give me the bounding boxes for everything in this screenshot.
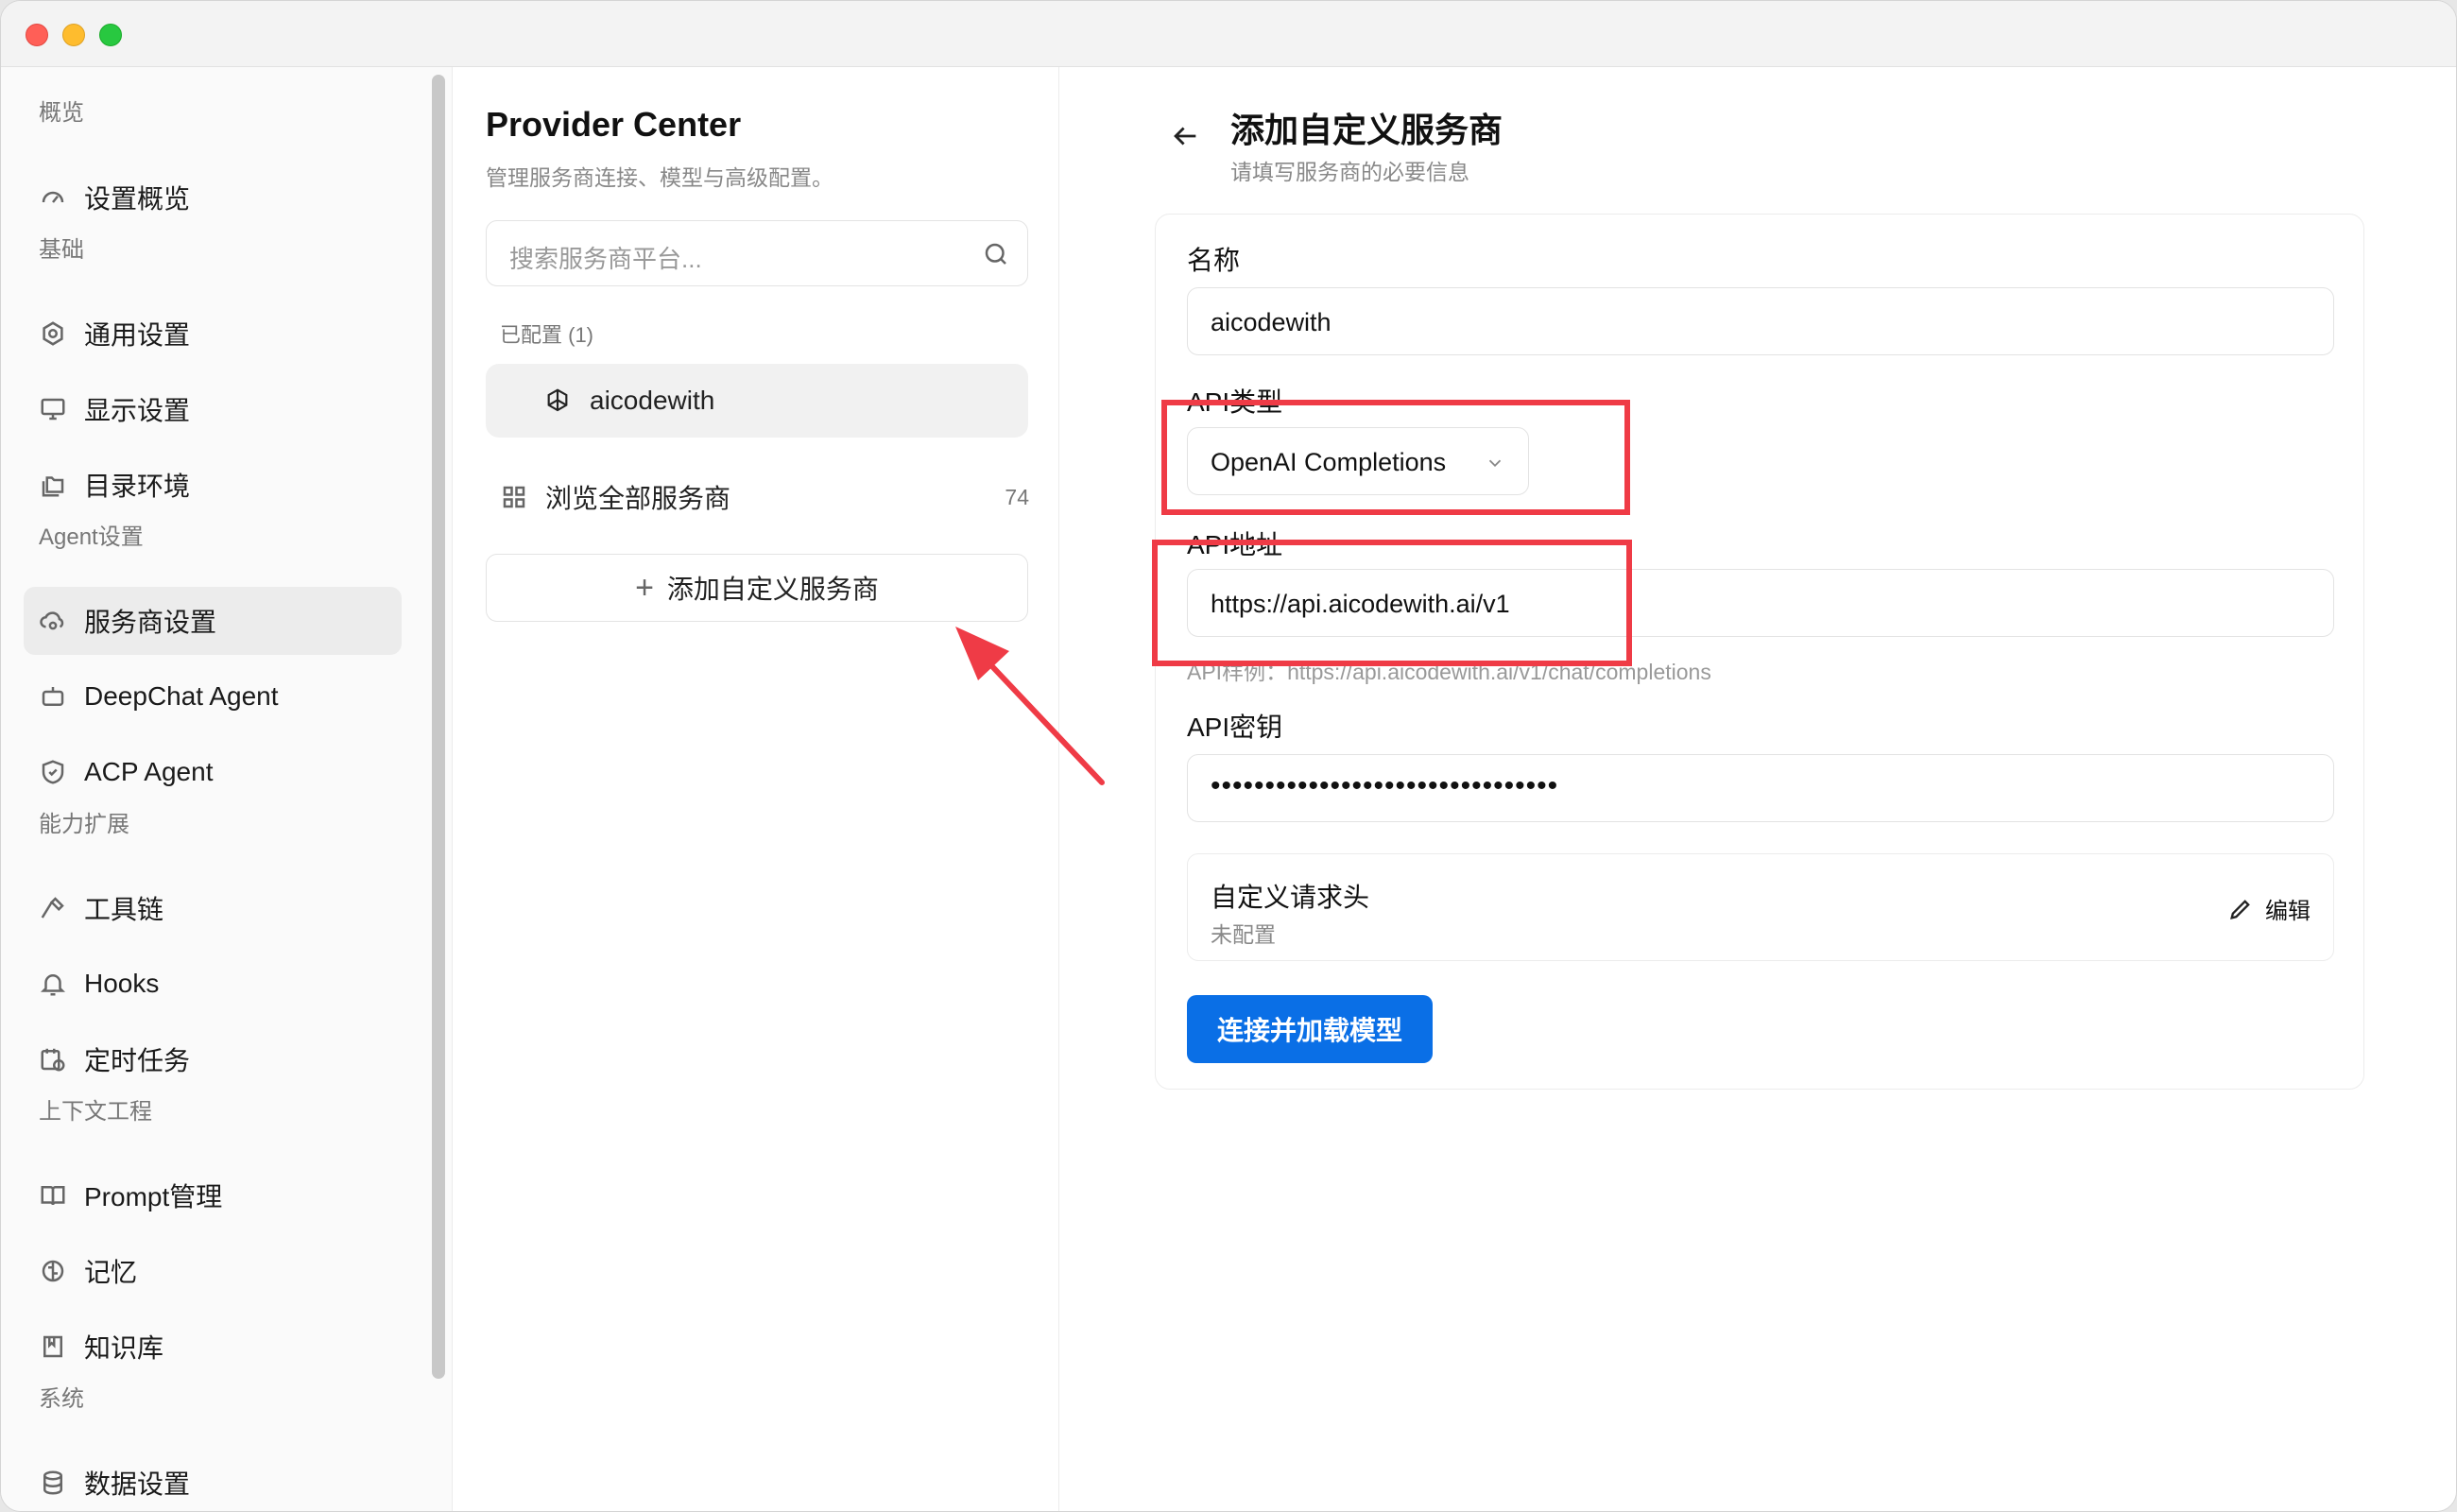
custom-headers-status: 未配置 (1211, 922, 1276, 947)
sidebar-item-label: 工具链 (84, 895, 164, 924)
sidebar-item-label: 通用设置 (84, 320, 191, 350)
annotation-box-api-url (1152, 540, 1632, 666)
add-provider-form-panel: 添加自定义服务商 请填写服务商的必要信息 名称 aicodewith API类型… (1060, 67, 2456, 1511)
section-basic: 基础 (39, 237, 84, 263)
sidebar-item-general[interactable]: 通用设置 (24, 300, 402, 368)
edit-headers-label: 编辑 (2265, 899, 2311, 924)
pencil-icon (2230, 899, 2250, 919)
sidebar-item-memory[interactable]: 记忆 (24, 1237, 402, 1305)
sidebar-item-label: 服务商设置 (84, 608, 217, 637)
edit-headers-button[interactable]: 编辑 (2227, 892, 2311, 925)
sidebar-item-label: 目录环境 (84, 472, 191, 501)
settings-sidebar: 概览 设置概览 基础 通用设置 显示设置 目录环境 Agent设置 服务商设置 … (1, 67, 453, 1511)
plus-icon: + (635, 570, 654, 606)
folders-icon (37, 469, 69, 501)
annotation-box-api-type (1161, 400, 1630, 515)
gauge-icon (37, 181, 69, 214)
api-key-value: •••••••••••••••••••••••••••••••• (1211, 770, 1559, 801)
hammer-icon (37, 892, 69, 924)
sidebar-item-acp-agent[interactable]: ACP Agent (24, 738, 402, 806)
sidebar-item-label: 显示设置 (84, 396, 191, 425)
sidebar-item-label: 知识库 (84, 1333, 164, 1363)
name-label: 名称 (1187, 246, 1241, 275)
back-arrow-icon[interactable] (1169, 120, 1201, 152)
shield-check-icon (37, 756, 69, 788)
openai-logo-icon (547, 388, 568, 412)
browse-all-providers[interactable]: 浏览全部服务商 74 (500, 473, 1029, 521)
sidebar-item-display[interactable]: 显示设置 (24, 375, 402, 443)
calendar-clock-icon (37, 1043, 69, 1075)
sidebar-item-label: 记忆 (84, 1258, 138, 1287)
sidebar-item-label: 定时任务 (84, 1046, 191, 1075)
settings-gear-icon (37, 318, 69, 350)
brain-icon (37, 1255, 69, 1287)
provider-count: 74 (1005, 484, 1029, 509)
custom-headers-title: 自定义请求头 (1211, 883, 1370, 912)
cloud-cog-icon (37, 605, 69, 637)
sidebar-item-hooks[interactable]: Hooks (24, 950, 402, 1018)
search-placeholder: 搜索服务商平台... (509, 245, 702, 273)
bell-icon (37, 968, 69, 1000)
sidebar-item-data[interactable]: 数据设置 (24, 1449, 402, 1511)
section-system: 系统 (39, 1386, 84, 1412)
api-key-label: API密钥 (1187, 713, 1283, 742)
form-subtitle: 请填写服务商的必要信息 (1230, 160, 1469, 184)
sidebar-item-toolchain[interactable]: 工具链 (24, 874, 402, 942)
search-icon (985, 243, 1006, 265)
sidebar-item-label: ACP Agent (84, 757, 214, 786)
provider-center-panel: Provider Center 管理服务商连接、模型与高级配置。 搜索服务商平台… (455, 67, 1059, 1511)
name-value: aicodewith (1211, 308, 1332, 336)
section-context: 上下文工程 (39, 1099, 152, 1125)
sidebar-item-providers[interactable]: 服务商设置 (24, 587, 402, 655)
configured-count: 已配置 (1) (500, 323, 594, 347)
add-custom-provider-label: 添加自定义服务商 (666, 575, 879, 604)
sidebar-item-prompt[interactable]: Prompt管理 (24, 1161, 402, 1229)
provider-center-title: Provider Center (486, 105, 742, 144)
provider-search-input[interactable]: 搜索服务商平台... (486, 220, 1028, 286)
sidebar-item-knowledge[interactable]: 知识库 (24, 1313, 402, 1381)
database-icon (37, 1467, 69, 1499)
provider-item-label: aicodewith (590, 386, 715, 415)
sidebar-item-scheduled-tasks[interactable]: 定时任务 (24, 1025, 402, 1093)
bot-icon (37, 680, 69, 713)
connect-load-models-button[interactable]: 连接并加载模型 (1187, 995, 1433, 1063)
zoom-window-button[interactable] (99, 24, 122, 46)
sidebar-item-label: DeepChat Agent (84, 681, 279, 711)
sidebar-scrollbar[interactable] (432, 75, 445, 1379)
titlebar (1, 1, 2456, 67)
browse-label: 浏览全部服务商 (545, 484, 731, 513)
api-key-field[interactable]: •••••••••••••••••••••••••••••••• (1187, 754, 2334, 822)
section-overview: 概览 (39, 100, 84, 126)
section-agent: Agent设置 (39, 524, 144, 550)
name-field[interactable]: aicodewith (1187, 287, 2334, 355)
app-window: 概览 设置概览 基础 通用设置 显示设置 目录环境 Agent设置 服务商设置 … (0, 0, 2457, 1512)
sidebar-item-directory[interactable]: 目录环境 (24, 451, 402, 519)
provider-item-aicodewith[interactable]: aicodewith (486, 364, 1028, 438)
monitor-icon (37, 393, 69, 425)
sidebar-item-label: Hooks (84, 969, 160, 998)
sidebar-item-label: Prompt管理 (84, 1182, 223, 1211)
close-window-button[interactable] (26, 24, 48, 46)
add-custom-provider-button[interactable]: + 添加自定义服务商 (486, 554, 1028, 622)
grid-icon (503, 486, 525, 508)
sidebar-item-label: 数据设置 (84, 1469, 191, 1499)
form-title: 添加自定义服务商 (1230, 111, 1503, 149)
sidebar-item-label: 设置概览 (84, 184, 191, 214)
book-open-icon (37, 1179, 69, 1211)
custom-headers-row: 自定义请求头 未配置 编辑 (1187, 853, 2334, 961)
sidebar-item-overview[interactable]: 设置概览 (24, 163, 402, 232)
section-capabilities: 能力扩展 (39, 812, 129, 837)
bookmark-book-icon (37, 1331, 69, 1363)
provider-center-subtitle: 管理服务商连接、模型与高级配置。 (486, 165, 833, 190)
minimize-window-button[interactable] (62, 24, 85, 46)
connect-label: 连接并加载模型 (1216, 1016, 1402, 1045)
sidebar-item-deepchat-agent[interactable]: DeepChat Agent (24, 662, 402, 730)
